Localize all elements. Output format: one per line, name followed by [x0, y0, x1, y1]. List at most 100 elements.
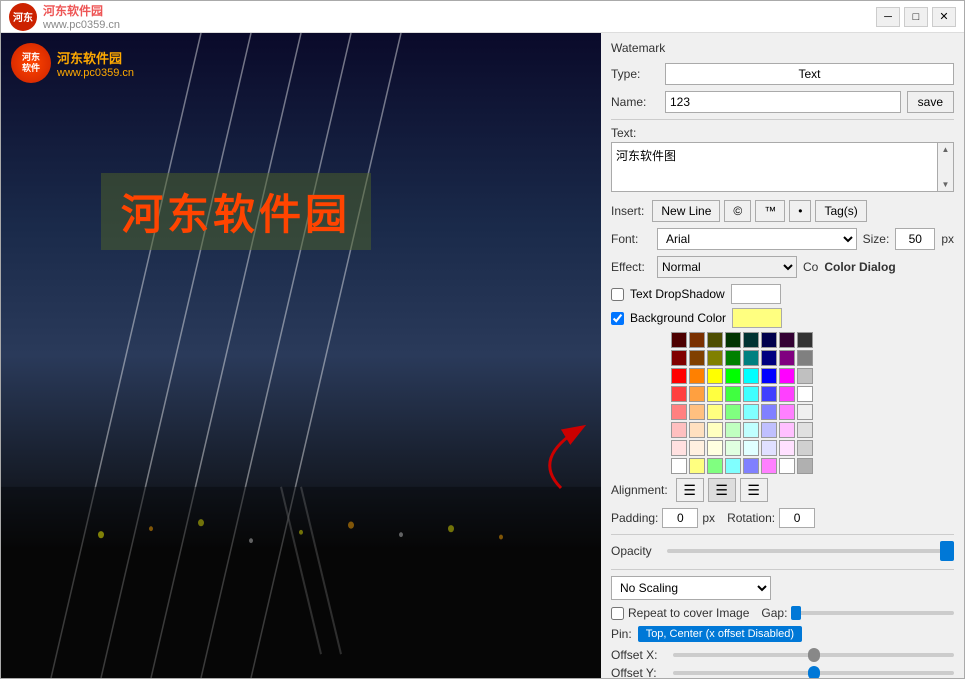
color-swatch[interactable]	[779, 350, 795, 366]
color-swatch[interactable]	[689, 458, 705, 474]
dropshadow-color-box[interactable]	[731, 284, 781, 304]
scroll-up-btn[interactable]: ▲	[942, 145, 950, 154]
color-swatch[interactable]	[761, 368, 777, 384]
color-swatch[interactable]	[689, 440, 705, 456]
minimize-button[interactable]: ─	[876, 7, 900, 27]
font-select[interactable]: Arial Times New Roman Verdana	[657, 228, 857, 250]
color-swatch[interactable]	[707, 386, 723, 402]
color-swatch[interactable]	[707, 368, 723, 384]
align-left-btn[interactable]: ☰	[676, 478, 704, 502]
color-swatch[interactable]	[779, 332, 795, 348]
color-swatch[interactable]	[689, 404, 705, 420]
color-swatch[interactable]	[779, 404, 795, 420]
offset-y-track[interactable]	[673, 671, 954, 675]
insert-newline-btn[interactable]: New Line	[652, 200, 720, 222]
align-right-btn[interactable]: ☰	[740, 478, 768, 502]
type-input[interactable]	[665, 63, 954, 85]
color-swatch[interactable]	[707, 440, 723, 456]
color-swatch[interactable]	[689, 332, 705, 348]
scaling-select[interactable]: No Scaling Fit Width Fit Height Fit Page…	[611, 576, 771, 600]
align-center-btn[interactable]: ☰	[708, 478, 736, 502]
color-swatch[interactable]	[797, 332, 813, 348]
color-swatch[interactable]	[743, 386, 759, 402]
effect-select[interactable]: Normal Emboss Shadow	[657, 256, 797, 278]
color-swatch[interactable]	[761, 440, 777, 456]
color-swatch[interactable]	[689, 368, 705, 384]
color-swatch[interactable]	[671, 440, 687, 456]
color-swatch[interactable]	[797, 368, 813, 384]
offset-x-track[interactable]	[673, 653, 954, 657]
color-swatch[interactable]	[743, 350, 759, 366]
color-swatch[interactable]	[689, 386, 705, 402]
color-swatch[interactable]	[689, 350, 705, 366]
color-swatch[interactable]	[707, 350, 723, 366]
maximize-button[interactable]: □	[904, 7, 928, 27]
bgcolor-checkbox[interactable]	[611, 312, 624, 325]
color-swatch[interactable]	[707, 332, 723, 348]
color-swatch[interactable]	[689, 422, 705, 438]
insert-bullet-btn[interactable]: •	[789, 200, 811, 222]
color-swatch[interactable]	[743, 440, 759, 456]
color-swatch[interactable]	[725, 458, 741, 474]
color-swatch[interactable]	[797, 458, 813, 474]
insert-tm-btn[interactable]: ™	[755, 200, 785, 222]
color-swatch[interactable]	[743, 332, 759, 348]
color-swatch[interactable]	[779, 368, 795, 384]
color-swatch[interactable]	[761, 386, 777, 402]
color-swatch[interactable]	[671, 422, 687, 438]
color-swatch[interactable]	[797, 350, 813, 366]
color-swatch[interactable]	[743, 458, 759, 474]
insert-copyright-btn[interactable]: ©	[724, 200, 751, 222]
color-swatch[interactable]	[779, 422, 795, 438]
color-swatch[interactable]	[779, 386, 795, 402]
color-swatch[interactable]	[707, 458, 723, 474]
color-swatch[interactable]	[671, 458, 687, 474]
color-swatch[interactable]	[725, 386, 741, 402]
color-swatch[interactable]	[761, 458, 777, 474]
bgcolor-color-box[interactable]	[732, 308, 782, 328]
rotation-input[interactable]	[779, 508, 815, 528]
dropshadow-checkbox[interactable]	[611, 288, 624, 301]
opacity-slider-thumb[interactable]	[940, 541, 954, 561]
color-swatch[interactable]	[671, 404, 687, 420]
color-swatch[interactable]	[725, 350, 741, 366]
gap-slider-thumb[interactable]	[791, 606, 801, 620]
color-swatch[interactable]	[761, 332, 777, 348]
color-swatch[interactable]	[779, 440, 795, 456]
color-swatch[interactable]	[671, 350, 687, 366]
save-button[interactable]: save	[907, 91, 954, 113]
color-swatch[interactable]	[797, 386, 813, 402]
scrollbar[interactable]: ▲ ▼	[938, 142, 954, 192]
color-swatch[interactable]	[707, 422, 723, 438]
color-swatch[interactable]	[761, 422, 777, 438]
padding-input[interactable]	[662, 508, 698, 528]
color-swatch[interactable]	[779, 458, 795, 474]
color-swatch[interactable]	[797, 422, 813, 438]
color-swatch[interactable]	[725, 368, 741, 384]
opacity-slider-track[interactable]	[667, 549, 954, 553]
color-swatch[interactable]	[671, 368, 687, 384]
color-swatch[interactable]	[671, 386, 687, 402]
color-swatch[interactable]	[743, 404, 759, 420]
text-textarea[interactable]: 河东软件图	[611, 142, 938, 192]
name-input[interactable]	[665, 91, 901, 113]
color-swatch[interactable]	[797, 404, 813, 420]
offset-x-thumb[interactable]	[808, 648, 820, 662]
color-swatch[interactable]	[707, 404, 723, 420]
insert-tags-btn[interactable]: Tag(s)	[815, 200, 866, 222]
color-swatch[interactable]	[725, 404, 741, 420]
color-swatch[interactable]	[761, 404, 777, 420]
color-swatch[interactable]	[743, 422, 759, 438]
color-swatch[interactable]	[671, 332, 687, 348]
color-swatch[interactable]	[725, 440, 741, 456]
color-swatch[interactable]	[797, 440, 813, 456]
color-swatch[interactable]	[761, 350, 777, 366]
scroll-down-btn[interactable]: ▼	[942, 180, 950, 189]
gap-slider-track[interactable]	[791, 611, 954, 615]
color-swatch[interactable]	[725, 332, 741, 348]
color-swatch[interactable]	[743, 368, 759, 384]
repeat-checkbox[interactable]	[611, 607, 624, 620]
offset-y-thumb[interactable]	[808, 666, 820, 678]
color-swatch[interactable]	[725, 422, 741, 438]
size-input[interactable]	[895, 228, 935, 250]
